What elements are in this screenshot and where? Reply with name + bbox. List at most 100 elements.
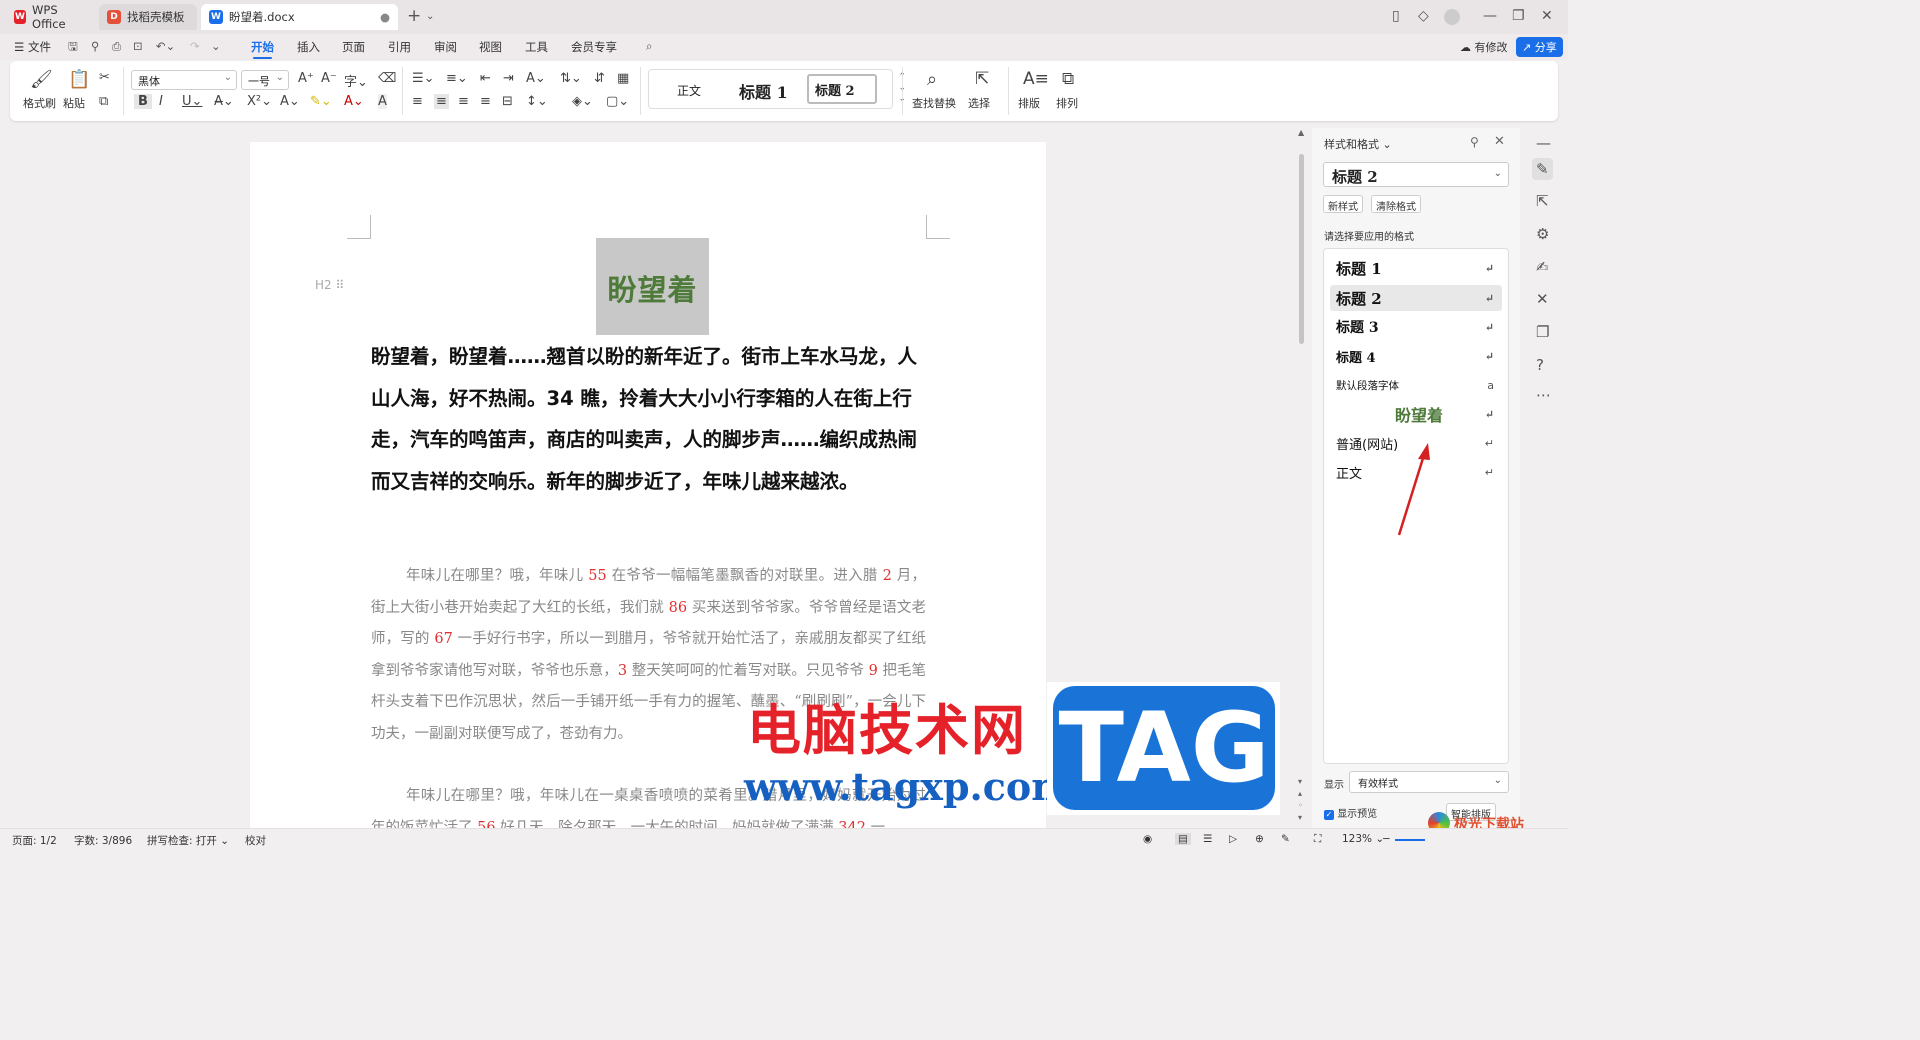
tab-close-icon[interactable]: ● (380, 10, 390, 24)
superscript-icon[interactable]: X²⌄ (247, 94, 272, 109)
char-shading-icon[interactable]: A (378, 94, 387, 109)
align-center-icon[interactable]: ≡ (434, 94, 449, 109)
layout-label[interactable]: 排版 (1018, 95, 1040, 111)
table-icon[interactable]: ▦ (617, 71, 629, 86)
undo-icon[interactable]: ↶⌄ (156, 39, 175, 53)
tab-wps-office[interactable]: W WPS Office (6, 3, 94, 31)
decrease-indent-icon[interactable]: ⇤ (480, 71, 491, 86)
menu-tools[interactable]: 工具 (525, 39, 548, 55)
changes-indicator[interactable]: ☁ 有修改 (1460, 39, 1508, 55)
minimize-icon[interactable]: — (1483, 8, 1497, 24)
more-chevron-icon[interactable]: ⌄ (211, 39, 221, 53)
style-pen-icon[interactable]: ✎ (1532, 158, 1553, 180)
menu-review[interactable]: 审阅 (434, 39, 457, 55)
paragraph-mark-icon[interactable]: ⇵ (594, 71, 605, 86)
justify-icon[interactable]: ≡ (480, 94, 491, 109)
scroll-up-icon[interactable]: ▲ (1298, 128, 1304, 137)
preview-icon[interactable]: ⊡ (133, 39, 143, 53)
format-painter-label[interactable]: 格式刷 (23, 95, 56, 111)
phonetic-icon[interactable]: 字⌄ (344, 71, 368, 90)
strikethrough-icon[interactable]: A̶⌄ (214, 94, 234, 109)
outline-view-icon[interactable]: ☰ (1203, 833, 1212, 845)
more-icon[interactable]: ⋯ (1536, 386, 1551, 404)
edit-doc-icon[interactable]: ✍ (1536, 258, 1549, 276)
menu-member[interactable]: 会员专享 (571, 39, 617, 55)
layout-text-icon[interactable]: A≡ (1023, 69, 1049, 89)
line-spacing-icon[interactable]: ↕⌄ (526, 94, 548, 109)
select-label[interactable]: 选择 (968, 95, 990, 111)
font-size-select[interactable]: 一号 ⌄ (241, 70, 289, 90)
font-family-select[interactable]: 黑体 ⌄ (131, 70, 237, 90)
style-item-heading4[interactable]: 标题 4 ↵ (1330, 343, 1502, 369)
restore-icon[interactable]: ❐ (1512, 8, 1525, 24)
copy-icon[interactable]: ⧉ (99, 94, 108, 109)
zoom-out-icon[interactable]: − (1382, 833, 1391, 845)
avatar[interactable] (1444, 9, 1460, 25)
style-heading1[interactable]: 标题 1 (739, 79, 788, 103)
eye-icon[interactable]: ◉ (1143, 833, 1152, 845)
print-icon[interactable]: ⎙ (112, 39, 121, 54)
page-view-icon[interactable]: ▤ (1175, 833, 1191, 845)
menu-page[interactable]: 页面 (342, 39, 365, 55)
bold-icon[interactable]: B (134, 94, 152, 109)
menu-start[interactable]: 开始 (251, 39, 274, 59)
cut-icon[interactable]: ✂ (99, 70, 110, 85)
zoom-slider[interactable] (1395, 839, 1425, 841)
proofread[interactable]: 校对 (245, 833, 266, 848)
show-filter-select[interactable]: 有效样式 ⌄ (1349, 771, 1509, 793)
spell-check[interactable]: 拼写检查: 打开 ⌄ (147, 833, 229, 848)
redo-icon[interactable]: ↷ (190, 39, 200, 53)
document-heading[interactable]: 盼望着 (596, 267, 709, 309)
paste-label[interactable]: 粘贴 (63, 95, 85, 111)
style-item-custom[interactable]: 盼望着 ↵ (1330, 401, 1502, 427)
style-item-default-font[interactable]: 默认段落字体 a (1330, 372, 1502, 398)
underline-icon[interactable]: U⌄ (182, 94, 202, 109)
format-painter-icon[interactable]: 🖌 (30, 69, 53, 90)
current-style-select[interactable]: 标题 2 ⌄ (1323, 162, 1509, 187)
italic-icon[interactable]: I (159, 94, 163, 109)
shrink-font-icon[interactable]: A⁻ (321, 71, 337, 86)
search-icon[interactable]: ⌕ (646, 39, 652, 54)
pen-icon[interactable]: ✎ (1281, 833, 1290, 845)
style-item-heading2[interactable]: 标题 2 ↵ (1330, 285, 1502, 311)
select-cursor-icon[interactable]: ⇱ (975, 69, 989, 89)
vertical-scrollbar[interactable]: ▲ ▾ ▴ ◦ ▾ (1296, 128, 1308, 828)
bullet-list-icon[interactable]: ☰⌄ (412, 71, 435, 86)
new-style-button[interactable]: 新样式 (1323, 195, 1363, 213)
pin-icon[interactable]: ⚲ (1470, 135, 1479, 149)
menu-file[interactable]: ☰ 文件 (14, 39, 51, 55)
book-icon[interactable]: ❐ (1536, 323, 1549, 341)
link-icon[interactable]: ⚲ (91, 39, 99, 53)
play-icon[interactable]: ▷ (1229, 833, 1237, 845)
tools-icon[interactable]: ✕ (1536, 290, 1549, 308)
arrange-label[interactable]: 排列 (1056, 95, 1078, 111)
grow-font-icon[interactable]: A⁺ (298, 71, 314, 86)
find-replace-label[interactable]: 查找替换 (912, 95, 956, 111)
heading-level-marker[interactable]: H2 ⠿ (315, 278, 344, 292)
layout-icon[interactable]: ▯ (1392, 8, 1400, 24)
close-panel-icon[interactable]: ✕ (1494, 134, 1505, 149)
find-replace-icon[interactable]: ⌕ (927, 69, 937, 90)
cube-icon[interactable]: ◇ (1418, 8, 1429, 24)
tab-document[interactable]: W 盼望着.docx ● (201, 4, 398, 30)
paste-icon[interactable]: 📋 (68, 69, 90, 90)
increase-indent-icon[interactable]: ⇥ (503, 71, 514, 86)
menu-reference[interactable]: 引用 (388, 39, 411, 55)
highlight-icon[interactable]: ✎⌄ (310, 94, 332, 109)
text-direction-icon[interactable]: A⌄ (526, 71, 546, 86)
collapse-icon[interactable]: — (1536, 134, 1551, 152)
border-icon[interactable]: ▢⌄ (606, 94, 629, 109)
shading-icon[interactable]: ◈⌄ (572, 94, 593, 109)
help-icon[interactable]: ? (1536, 356, 1544, 374)
panel-title[interactable]: 样式和格式 ⌄ (1324, 136, 1392, 152)
web-view-icon[interactable]: ⊕ (1255, 833, 1264, 845)
scrollbar-thumb[interactable] (1299, 154, 1304, 344)
tab-template[interactable]: D 找稻壳模板 (99, 4, 197, 30)
zoom-level[interactable]: 123% ⌄ (1342, 833, 1384, 845)
save-icon[interactable]: 🖫 (68, 39, 78, 58)
preview-checkbox[interactable]: ✓ 显示预览 (1324, 805, 1377, 820)
distribute-icon[interactable]: ⊟ (502, 94, 513, 109)
text-effect-icon[interactable]: A⌄ (280, 94, 300, 109)
arrange-icon[interactable]: ⧉ (1062, 69, 1074, 89)
fit-icon[interactable]: ⛶ (1314, 833, 1321, 846)
